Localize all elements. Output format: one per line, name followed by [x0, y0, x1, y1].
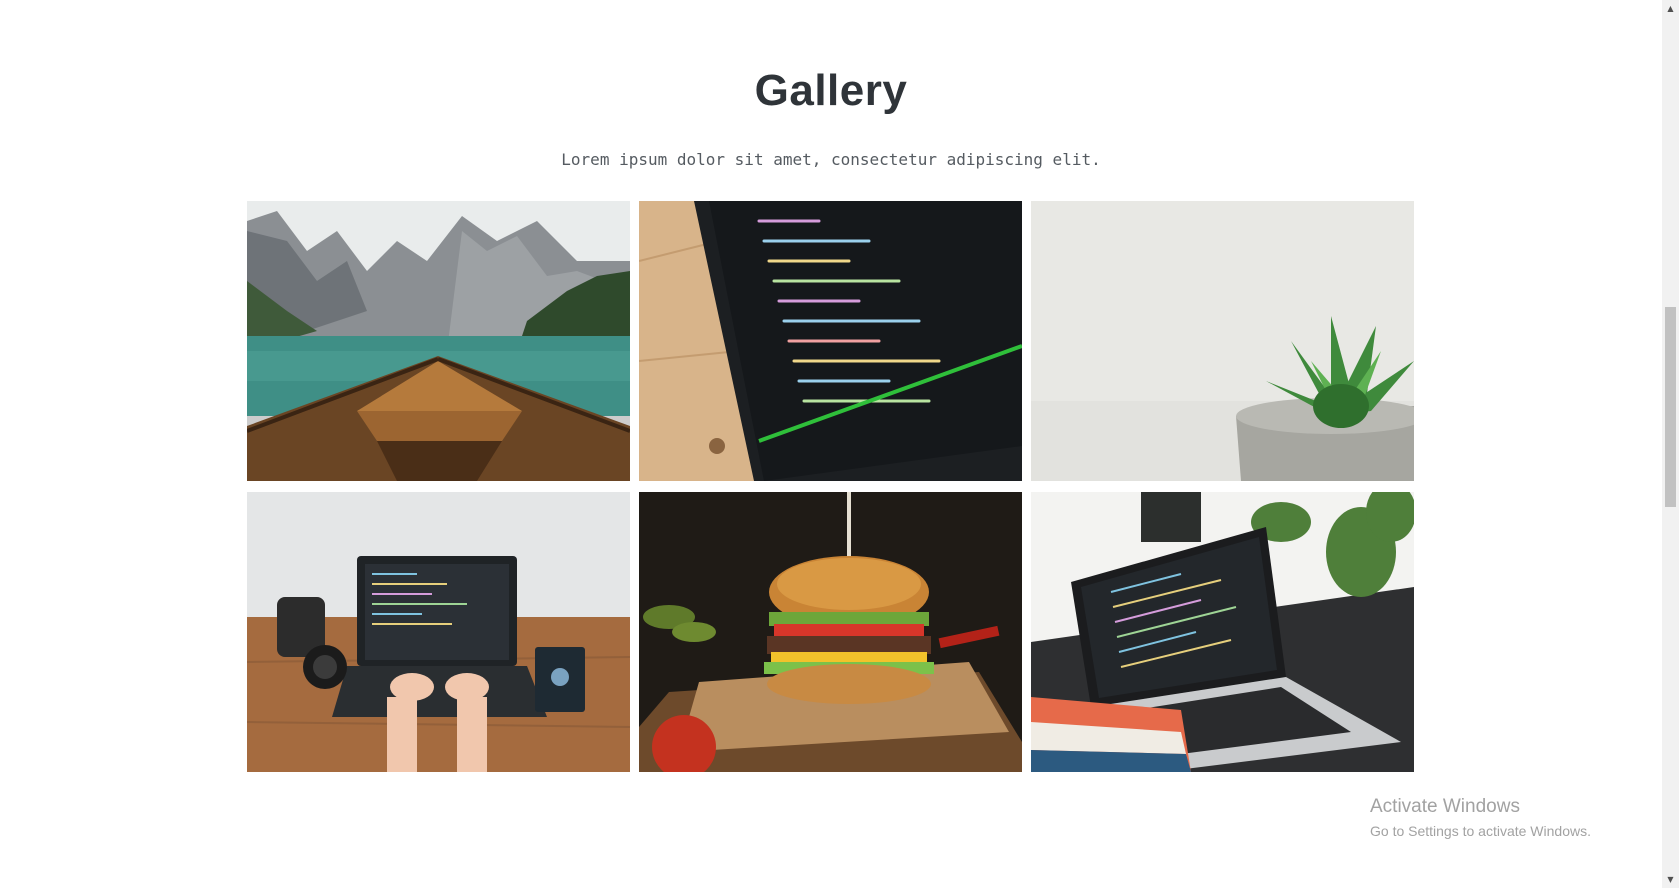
section-subtitle: Lorem ipsum dolor sit amet, consectetur … [561, 150, 1101, 169]
gallery-section: Gallery Lorem ipsum dolor sit amet, cons… [0, 0, 1662, 888]
gallery-item-burger[interactable] [639, 492, 1022, 772]
gallery-item-laptop-typing[interactable] [247, 492, 630, 772]
gallery-item-macbook-code[interactable] [1031, 492, 1414, 772]
watermark-subtitle: Go to Settings to activate Windows. [1370, 823, 1591, 839]
gallery-item-code-laptop[interactable] [639, 201, 1022, 481]
section-title: Gallery [754, 66, 908, 115]
burger-image [639, 492, 1022, 772]
windows-activation-watermark: Activate Windows Go to Settings to activ… [1370, 796, 1591, 839]
page: Gallery Lorem ipsum dolor sit amet, cons… [0, 0, 1679, 888]
scroll-down-arrow-icon[interactable]: ▼ [1662, 871, 1679, 888]
scrollbar-thumb[interactable] [1665, 307, 1676, 507]
gallery-grid [247, 201, 1415, 772]
succulent-plant-image [1031, 201, 1414, 481]
scroll-up-arrow-icon[interactable]: ▲ [1662, 0, 1679, 17]
laptop-typing-image [247, 492, 630, 772]
lake-boat-image [247, 201, 630, 481]
code-laptop-image [639, 201, 1022, 481]
vertical-scrollbar[interactable]: ▲ ▼ [1662, 0, 1679, 888]
gallery-item-succulent[interactable] [1031, 201, 1414, 481]
gallery-item-lake-boat[interactable] [247, 201, 630, 481]
macbook-code-image [1031, 492, 1414, 772]
watermark-title: Activate Windows [1370, 796, 1520, 817]
